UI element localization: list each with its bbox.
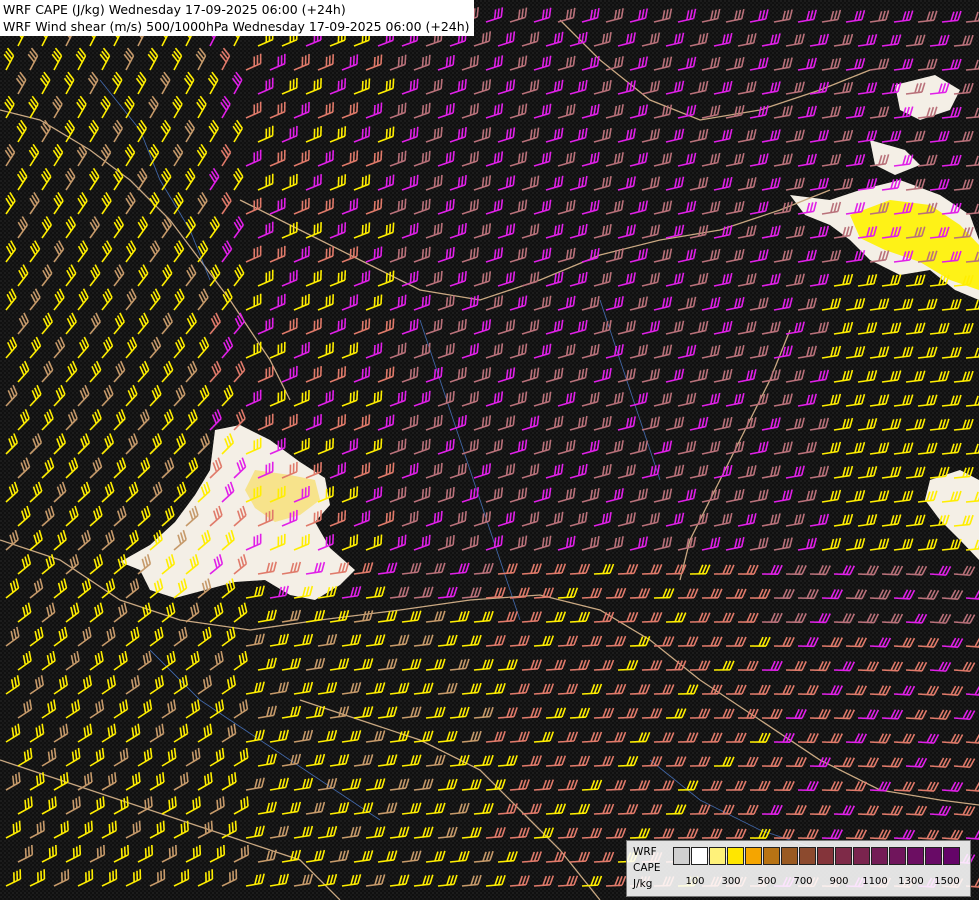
legend-tick-1100: 1100 — [862, 876, 888, 887]
legend-swatch-12 — [889, 847, 906, 865]
cape-legend: WRF CAPE J/kg 100 300 500 700 900 1100 1300 150… — [626, 840, 971, 897]
legend-tick-700: 700 — [793, 876, 813, 887]
legend-swatch-11 — [871, 847, 888, 865]
weather-map-panel: WRF CAPE (J/kg) Wednesday 17-09-2025 06:… — [0, 0, 979, 900]
legend-swatch-7 — [799, 847, 816, 865]
legend-swatch-15 — [943, 847, 960, 865]
legend-swatch-13 — [907, 847, 924, 865]
legend-swatch-10 — [853, 847, 870, 865]
legend-tick-300: 300 — [721, 876, 741, 887]
cape-title: WRF CAPE (J/kg) Wednesday 17-09-2025 06:… — [3, 2, 346, 17]
legend-color-scale — [673, 847, 961, 865]
map-title-box: WRF CAPE (J/kg) Wednesday 17-09-2025 06:… — [0, 0, 474, 36]
legend-swatch-2 — [709, 847, 726, 865]
legend-swatch-0 — [673, 847, 690, 865]
legend-swatch-5 — [763, 847, 780, 865]
legend-label-wrf: WRF — [633, 846, 657, 858]
legend-label-cape: CAPE — [633, 862, 661, 874]
wind-shear-title: WRF Wind shear (m/s) 500/1000hPa Wednesd… — [3, 19, 470, 34]
legend-swatch-4 — [745, 847, 762, 865]
legend-tick-1500: 1500 — [934, 876, 960, 887]
wind-shear-cape-map — [0, 0, 979, 900]
legend-tick-1300: 1300 — [898, 876, 924, 887]
legend-swatch-3 — [727, 847, 744, 865]
legend-tick-500: 500 — [757, 876, 777, 887]
legend-tick-labels: 100 300 500 700 900 1100 1300 1500 — [673, 876, 973, 890]
legend-swatch-8 — [817, 847, 834, 865]
legend-swatch-14 — [925, 847, 942, 865]
legend-swatch-6 — [781, 847, 798, 865]
legend-swatch-9 — [835, 847, 852, 865]
legend-tick-900: 900 — [829, 876, 849, 887]
legend-tick-100: 100 — [685, 876, 705, 887]
legend-label-unit: J/kg — [633, 878, 653, 890]
legend-swatch-1 — [691, 847, 708, 865]
